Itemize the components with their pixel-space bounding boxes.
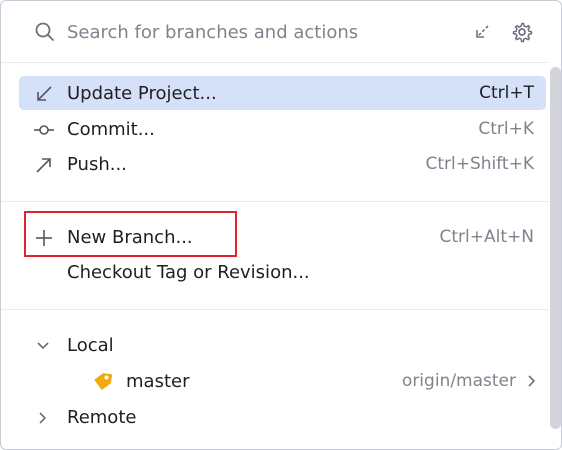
search-icon [35, 22, 54, 41]
chevron-right-icon[interactable] [524, 373, 540, 389]
shortcut-label: Ctrl+Shift+K [425, 154, 534, 174]
search-input[interactable] [67, 18, 447, 46]
remote-group[interactable]: Remote [19, 400, 546, 434]
shortcut-label: Ctrl+K [478, 119, 534, 139]
branch-name: master [126, 370, 190, 392]
push-arrow-icon [36, 158, 51, 173]
menu-item-label: Commit... [67, 118, 155, 140]
update-arrow-icon [37, 86, 52, 101]
menu-item-label: Push... [67, 153, 127, 175]
local-group[interactable]: Local [19, 328, 546, 362]
collapse-arrow-icon[interactable] [471, 21, 493, 43]
tracking-branch-label: origin/master [401, 371, 516, 391]
scrollbar-thumb[interactable] [550, 67, 561, 429]
chevron-down-icon[interactable] [35, 338, 51, 354]
menu-item-label: Checkout Tag or Revision... [67, 261, 310, 283]
group-label: Local [67, 334, 114, 356]
search-bar [1, 1, 561, 63]
menu-item-label: Update Project... [67, 82, 217, 104]
group-label: Remote [67, 406, 137, 428]
divider [1, 309, 549, 310]
push-item[interactable]: Push... Ctrl+Shift+K [19, 147, 546, 181]
divider [1, 201, 549, 202]
shortcut-label: Ctrl+T [479, 83, 534, 103]
plus-icon [36, 230, 52, 246]
branches-popup: Update Project... Ctrl+T Commit... Ctrl+… [0, 0, 562, 450]
branch-item-master[interactable]: master origin/master [19, 364, 546, 398]
commit-item[interactable]: Commit... Ctrl+K [19, 112, 546, 146]
divider [1, 62, 549, 63]
update-project-item[interactable]: Update Project... Ctrl+T [19, 76, 546, 110]
shortcut-label: Ctrl+Alt+N [439, 227, 534, 247]
new-branch-item[interactable]: New Branch... Ctrl+Alt+N [19, 220, 546, 254]
commit-icon [34, 125, 54, 135]
tag-icon [94, 373, 113, 391]
gear-icon[interactable] [510, 20, 534, 44]
checkout-tag-item[interactable]: Checkout Tag or Revision... [19, 255, 546, 289]
menu-item-label: New Branch... [67, 226, 193, 248]
chevron-right-icon[interactable] [35, 410, 51, 426]
